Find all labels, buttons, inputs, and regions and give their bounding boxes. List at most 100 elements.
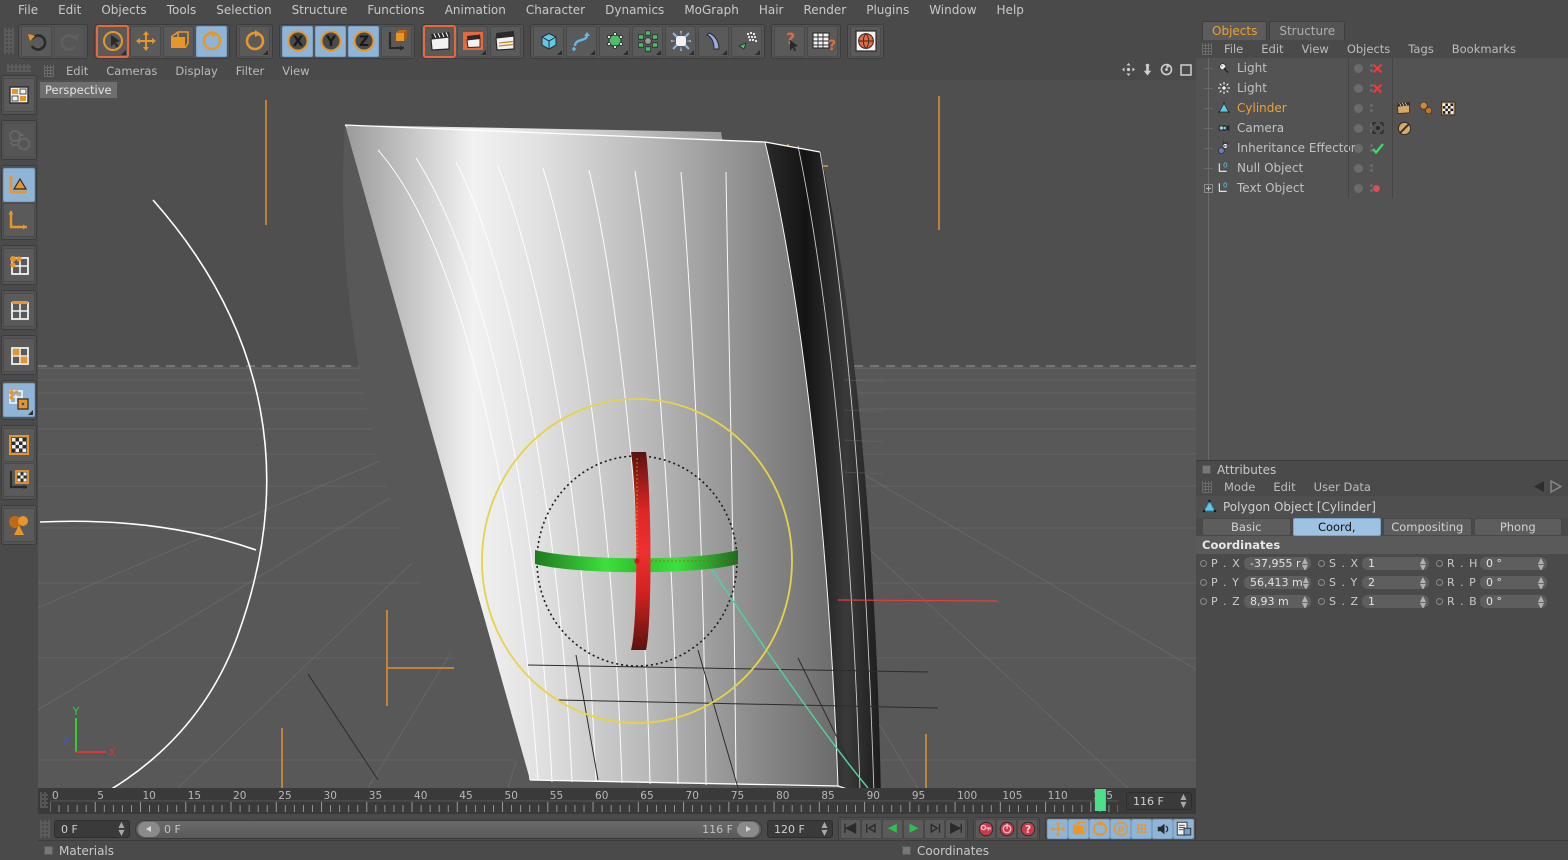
objects-menu-bookmarks[interactable]: Bookmarks bbox=[1443, 40, 1525, 58]
menu-dynamics[interactable]: Dynamics bbox=[595, 0, 674, 20]
menu-character[interactable]: Character bbox=[516, 0, 595, 20]
material-tag-icon[interactable] bbox=[1418, 100, 1435, 117]
visibility-dots[interactable] bbox=[1354, 58, 1373, 78]
key-rotation-button[interactable] bbox=[1089, 819, 1110, 839]
objects-menu-objects[interactable]: Objects bbox=[1338, 40, 1399, 58]
checker-tag-icon[interactable] bbox=[1440, 100, 1457, 117]
attribute-tab-compositing[interactable]: Compositing bbox=[1383, 518, 1472, 536]
tag-cell[interactable] bbox=[1396, 98, 1457, 118]
coordinate-radio[interactable] bbox=[1436, 579, 1443, 586]
object-row[interactable]: Cylinder bbox=[1196, 98, 1568, 118]
timeline-grip[interactable] bbox=[40, 792, 48, 808]
object-marker[interactable] bbox=[1372, 58, 1383, 78]
dropdown-corner-icon[interactable] bbox=[481, 49, 486, 55]
expander-icon[interactable] bbox=[1204, 183, 1213, 193]
play-forwards-button[interactable] bbox=[903, 819, 924, 839]
protection-tag-icon[interactable] bbox=[1396, 120, 1413, 137]
spinner-icon[interactable]: ▲ ▼ bbox=[1419, 576, 1427, 589]
enable-dot[interactable] bbox=[1354, 83, 1363, 93]
object-name-cell[interactable]: Inheritance Effector bbox=[1196, 140, 1356, 156]
enable-dot[interactable] bbox=[1354, 163, 1363, 173]
object-axis-button[interactable] bbox=[3, 168, 35, 202]
coordinate-field[interactable]: 8,93 m ▲ ▼ bbox=[1243, 594, 1312, 609]
object-row[interactable]: Light bbox=[1196, 58, 1568, 78]
rotate-tool-2[interactable] bbox=[239, 25, 270, 57]
play-backwards-button[interactable] bbox=[882, 819, 903, 839]
timeline-button[interactable] bbox=[1173, 819, 1194, 839]
menu-selection[interactable]: Selection bbox=[206, 0, 281, 20]
primitive-cube-button[interactable] bbox=[533, 25, 564, 57]
coordinate-radio[interactable] bbox=[1436, 598, 1443, 605]
materials-panel-header[interactable]: Materials bbox=[38, 840, 894, 860]
object-marker[interactable] bbox=[1372, 78, 1383, 98]
object-row[interactable]: Camera bbox=[1196, 118, 1568, 138]
left-toolbar-grip[interactable] bbox=[7, 64, 31, 72]
spline-button[interactable] bbox=[566, 25, 597, 57]
help-cursor-button[interactable]: ? bbox=[774, 25, 805, 57]
key-sound-button[interactable] bbox=[1152, 819, 1173, 839]
world-axis-button[interactable] bbox=[3, 203, 35, 237]
spinner-icon[interactable]: ▲ ▼ bbox=[1301, 557, 1309, 570]
scene-particles-button[interactable] bbox=[731, 25, 762, 57]
slider-knob-right[interactable] bbox=[737, 821, 759, 837]
step-forward-button[interactable] bbox=[924, 819, 945, 839]
viewport-menu-cameras[interactable]: Cameras bbox=[97, 62, 166, 80]
coordinates-panel-header[interactable]: Coordinates bbox=[896, 840, 1568, 860]
coordinate-radio[interactable] bbox=[1318, 560, 1325, 567]
rotate-tool[interactable] bbox=[196, 25, 227, 57]
web-button[interactable] bbox=[850, 25, 881, 57]
enable-dot[interactable] bbox=[1354, 63, 1363, 73]
enable-dot[interactable] bbox=[1354, 183, 1363, 193]
object-marker[interactable] bbox=[1372, 138, 1384, 158]
menu-render[interactable]: Render bbox=[793, 0, 856, 20]
coordinate-field[interactable]: 1 ▲ ▼ bbox=[1361, 556, 1430, 571]
objects-menu-tags[interactable]: Tags bbox=[1399, 40, 1442, 58]
attribute-tab-basic[interactable]: Basic bbox=[1202, 518, 1291, 536]
attribute-tab-coord[interactable]: Coord, bbox=[1292, 518, 1381, 536]
key-pla-button[interactable]: P bbox=[1110, 819, 1131, 839]
pan-icon[interactable] bbox=[1122, 63, 1135, 79]
menu-tools[interactable]: Tools bbox=[157, 0, 207, 20]
current-frame-field[interactable]: 0 F ▲ ▼ bbox=[54, 820, 130, 838]
visibility-dots[interactable] bbox=[1354, 178, 1373, 198]
dropdown-corner-icon[interactable] bbox=[263, 49, 268, 55]
step-back-button[interactable] bbox=[861, 819, 882, 839]
enable-dot[interactable] bbox=[1354, 143, 1363, 153]
prev-attribute-button[interactable] bbox=[1531, 479, 1547, 497]
key-position-button[interactable] bbox=[1047, 819, 1068, 839]
undo-button[interactable] bbox=[21, 25, 52, 57]
menu-animation[interactable]: Animation bbox=[435, 0, 516, 20]
timeline-range-slider[interactable]: 0 F 116 F bbox=[135, 819, 762, 839]
bend-button[interactable] bbox=[698, 25, 729, 57]
axis-x-toggle[interactable]: X bbox=[282, 25, 313, 57]
tag-cell[interactable] bbox=[1396, 118, 1413, 138]
visibility-dots[interactable] bbox=[1354, 118, 1373, 138]
texture-axis-button[interactable] bbox=[3, 123, 35, 157]
edges-mode-button[interactable] bbox=[3, 293, 35, 327]
menu-edit[interactable]: Edit bbox=[48, 0, 91, 20]
coordinate-radio[interactable] bbox=[1318, 579, 1325, 586]
live-selection-tool[interactable] bbox=[96, 24, 129, 58]
object-row[interactable]: Light bbox=[1196, 78, 1568, 98]
enable-dot[interactable] bbox=[1354, 123, 1363, 133]
attributes-menu-user-data[interactable]: User Data bbox=[1305, 478, 1380, 496]
menu-help[interactable]: Help bbox=[987, 0, 1034, 20]
slider-knob-left[interactable] bbox=[138, 821, 160, 837]
visibility-dots[interactable] bbox=[1354, 78, 1373, 98]
attributes-menu-edit[interactable]: Edit bbox=[1264, 478, 1304, 496]
object-name-cell[interactable]: Camera bbox=[1196, 120, 1356, 136]
viewport-canvas[interactable]: Y Z X bbox=[38, 80, 1196, 788]
viewport-grip[interactable] bbox=[44, 65, 54, 77]
coordinate-field[interactable]: 0 ° ▲ ▼ bbox=[1479, 575, 1548, 590]
visibility-toggles[interactable] bbox=[1370, 164, 1373, 172]
coordinate-field[interactable]: -37,955 r ▲ ▼ bbox=[1243, 556, 1312, 571]
texture-mode-button[interactable] bbox=[3, 428, 35, 462]
object-marker[interactable] bbox=[1372, 178, 1381, 198]
autokeying-button[interactable] bbox=[996, 819, 1017, 839]
array-button[interactable] bbox=[632, 25, 663, 57]
go-to-end-button[interactable] bbox=[945, 819, 966, 839]
perspective-viewport[interactable]: Edit Cameras Display Filter View Perspective bbox=[38, 62, 1196, 788]
record-keyframe-button[interactable] bbox=[975, 819, 996, 839]
rotate-icon[interactable] bbox=[1160, 63, 1173, 79]
move-tool[interactable] bbox=[130, 25, 161, 57]
